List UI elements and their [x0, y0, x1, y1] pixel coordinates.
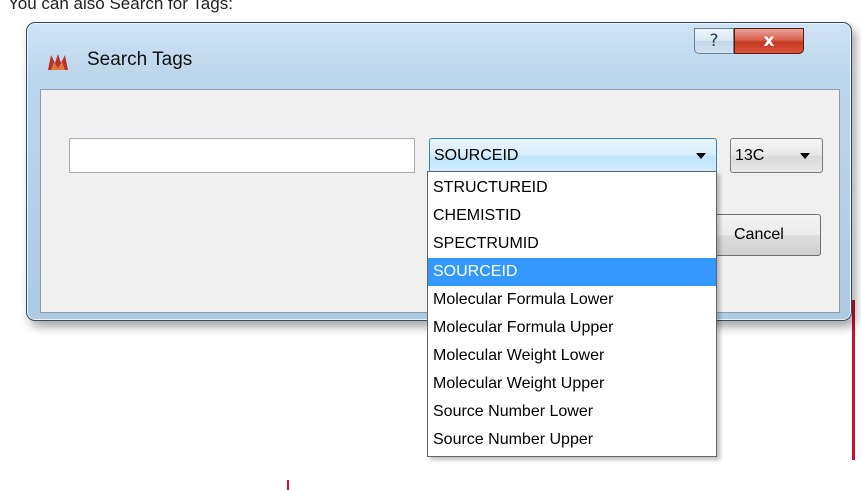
plot-trace	[287, 480, 289, 490]
close-button[interactable]: x	[734, 28, 804, 54]
nucleus-select[interactable]: 13C	[730, 138, 823, 173]
dropdown-item-molecular-formula-lower[interactable]: Molecular Formula Lower	[428, 286, 716, 314]
tag-field-selected: SOURCEID	[434, 147, 519, 164]
dropdown-item-spectrumid[interactable]: SPECTRUMID	[428, 230, 716, 258]
chevron-down-icon	[696, 153, 706, 159]
dropdown-item-molecular-weight-upper[interactable]: Molecular Weight Upper	[428, 370, 716, 398]
nucleus-selected: 13C	[735, 147, 765, 164]
plot-trace	[852, 300, 855, 460]
chevron-down-icon	[800, 153, 810, 159]
tag-field-dropdown-list: STRUCTUREID CHEMISTID SPECTRUMID SOURCEI…	[427, 171, 717, 457]
mnova-logo-icon	[48, 54, 68, 70]
dialog-title: Search Tags	[87, 49, 193, 70]
tag-field-select[interactable]: SOURCEID	[429, 138, 717, 173]
dropdown-item-structureid[interactable]: STRUCTUREID	[428, 174, 716, 202]
dropdown-item-source-number-lower[interactable]: Source Number Lower	[428, 398, 716, 426]
cancel-button[interactable]: Cancel	[711, 214, 821, 256]
dropdown-item-chemistid[interactable]: CHEMISTID	[428, 202, 716, 230]
help-button[interactable]: ?	[694, 28, 734, 54]
dropdown-item-molecular-weight-lower[interactable]: Molecular Weight Lower	[428, 342, 716, 370]
page-caption: You can also Search for Tags:	[8, 0, 233, 13]
search-input[interactable]	[69, 138, 415, 173]
dropdown-item-source-number-upper[interactable]: Source Number Upper	[428, 426, 716, 454]
title-bar[interactable]: Search Tags ? x	[27, 23, 851, 85]
dropdown-item-molecular-formula-upper[interactable]: Molecular Formula Upper	[428, 314, 716, 342]
dropdown-item-sourceid[interactable]: SOURCEID	[428, 258, 716, 286]
